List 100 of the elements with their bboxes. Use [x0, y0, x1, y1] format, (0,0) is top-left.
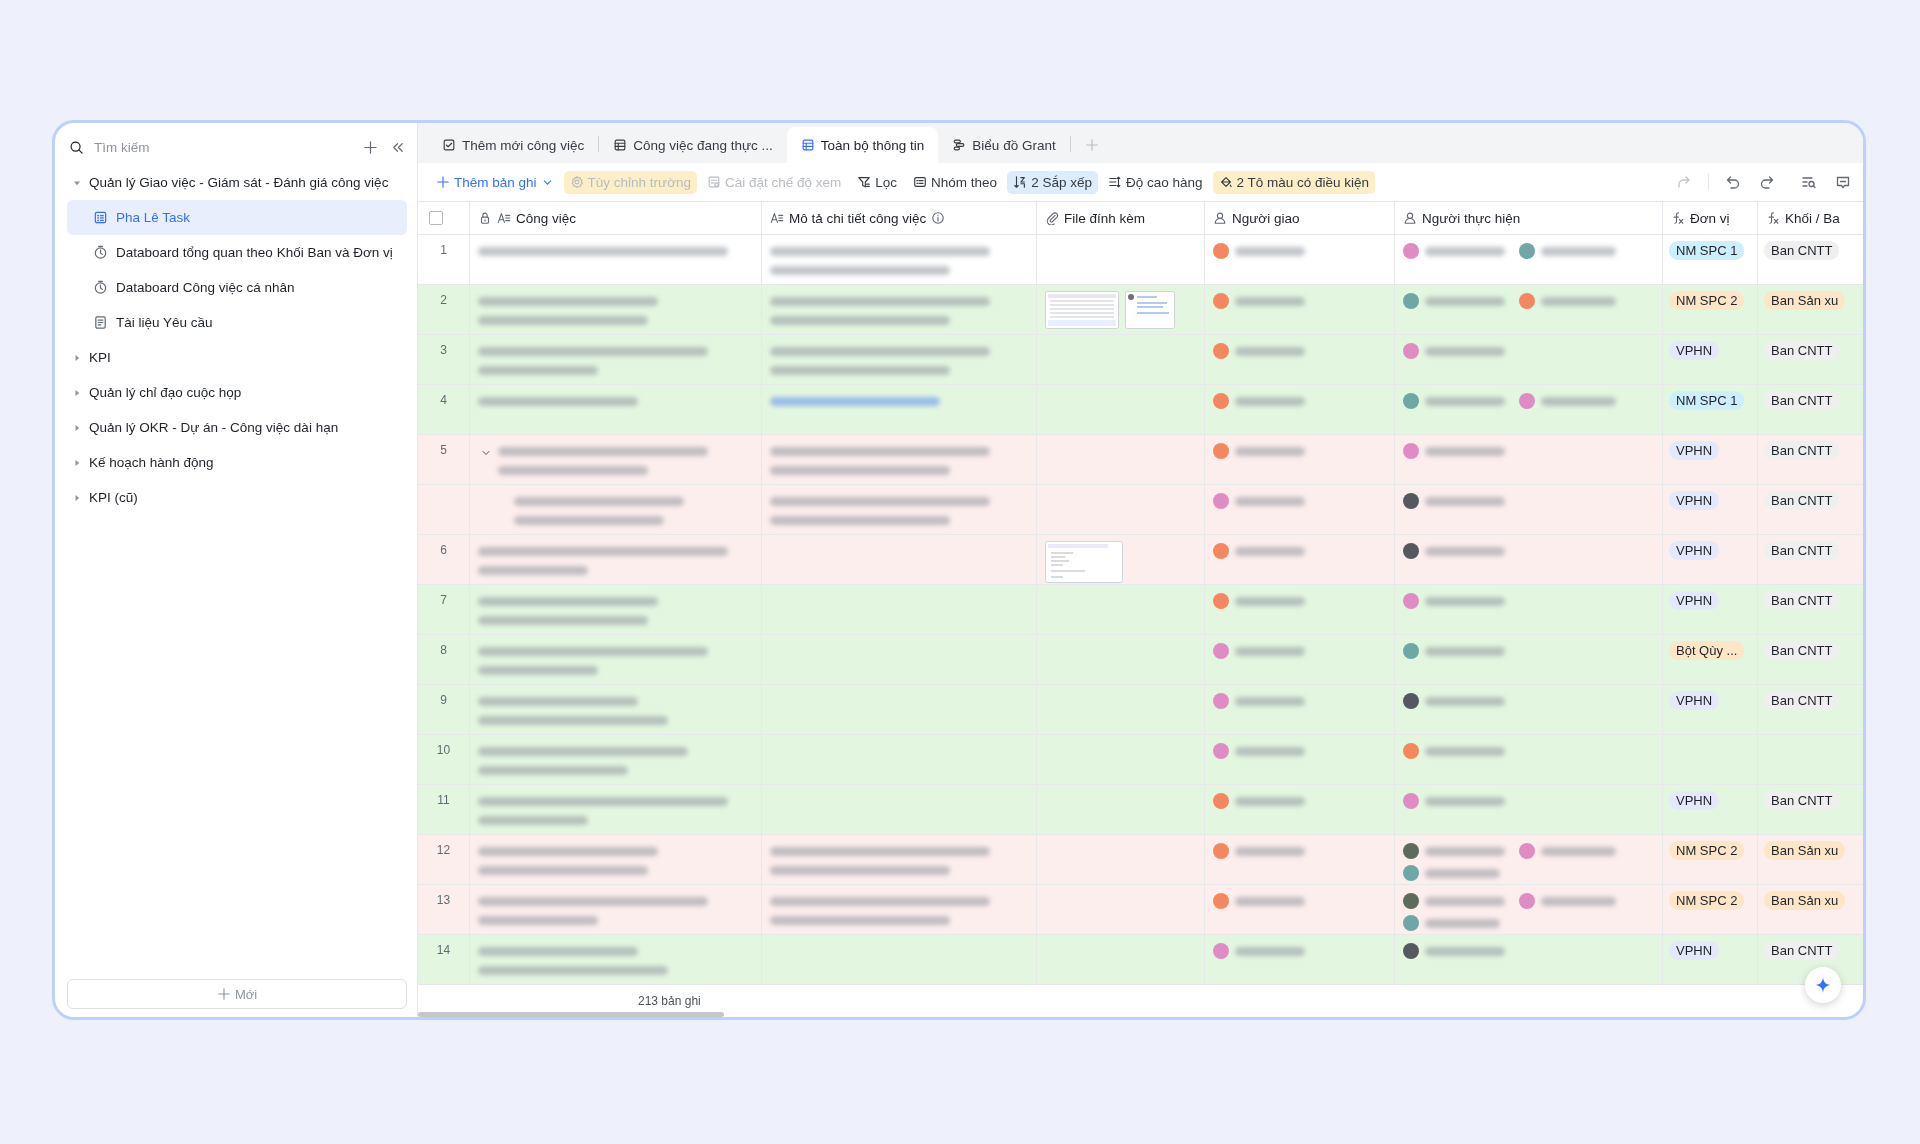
search-icon — [69, 139, 84, 155]
sidebar-item[interactable]: Pha Lê Task — [67, 200, 407, 235]
table-row[interactable]: 7 VPHN Ban CNTT — [418, 585, 1863, 635]
plus-icon — [1084, 138, 1099, 152]
settings-icon — [707, 175, 721, 189]
row-height-icon — [1107, 175, 1122, 189]
view-tab[interactable]: Thêm mới công việc — [428, 127, 599, 163]
row-number: 7 — [440, 593, 447, 609]
blurred-text — [1235, 346, 1305, 356]
lock-icon — [478, 211, 492, 225]
search-field[interactable]: Tìm kiếm — [92, 138, 353, 156]
block-tag: Ban Sản xu — [1764, 891, 1846, 910]
ai-assistant-button[interactable] — [1805, 967, 1841, 1003]
column-title: Người giao — [1232, 210, 1300, 226]
toolbar-button[interactable]: Lọc — [851, 170, 904, 194]
toolbar-button[interactable]: Nhóm theo — [907, 170, 1004, 194]
blurred-text — [1235, 396, 1305, 406]
row-number: 13 — [436, 893, 451, 909]
table-icon — [93, 210, 108, 225]
row-number: 6 — [440, 543, 447, 559]
table-row[interactable]: 3 VPHN Ban CNTT — [418, 335, 1863, 385]
sidebar-item[interactable]: Databoard Công việc cá nhân — [67, 270, 407, 305]
toolbar-button[interactable]: 2 Tô màu có điều kiện — [1212, 170, 1376, 194]
unit-tag: VPHN — [1669, 541, 1720, 560]
table-row[interactable]: 12 NM SPC 2 Ban Sản xu — [418, 835, 1863, 885]
block-tag: Ban CNTT — [1764, 491, 1840, 510]
unit-tag: VPHN — [1669, 941, 1720, 960]
sidebar-item[interactable]: Kế hoạch hành động — [67, 445, 407, 480]
file-thumbnail[interactable] — [1045, 291, 1119, 329]
plus-icon — [216, 987, 231, 1001]
toolbar-button[interactable]: Thêm bản ghi — [430, 170, 560, 194]
blurred-text — [1235, 746, 1305, 756]
redo-icon — [1759, 174, 1775, 190]
file-thumbnail[interactable] — [1045, 541, 1123, 583]
table-row[interactable]: 2 NM SPC 2 Ban Sản xu — [418, 285, 1863, 335]
column-header[interactable]: File đính kèm — [1037, 202, 1205, 234]
sidebar-item[interactable]: Quản lý OKR - Dự án - Công việc dài hạn — [67, 410, 407, 445]
sidebar-item[interactable]: Tài liệu Yêu cầu — [67, 305, 407, 340]
column-header[interactable]: Người thực hiện — [1395, 202, 1663, 234]
clock-icon — [93, 245, 108, 260]
row-number: 12 — [436, 843, 451, 859]
unit-tag: NM SPC 2 — [1669, 841, 1745, 860]
column-header[interactable]: Mô tả chi tiết công việc — [762, 202, 1037, 234]
table-row[interactable]: 13 NM SPC 2 Ban Sản xu — [418, 885, 1863, 935]
row-number: 10 — [436, 743, 451, 759]
table-row[interactable]: 14 VPHN Ban CNTT — [418, 935, 1863, 984]
blurred-text — [1235, 896, 1305, 906]
table-row[interactable]: 1 NM SPC 1 Ban CNTT — [418, 235, 1863, 285]
table-row[interactable]: 11 VPHN Ban CNTT — [418, 785, 1863, 835]
unit-tag: NM SPC 2 — [1669, 891, 1745, 910]
scroll-bar[interactable] — [418, 1012, 724, 1017]
toolbar-button[interactable]: 2 Sắp xếp — [1007, 170, 1098, 194]
column-header[interactable]: Người giao — [1205, 202, 1395, 234]
block-tag: Ban CNTT — [1764, 541, 1840, 560]
checkbox-icon — [442, 138, 456, 152]
table-row[interactable]: 6 VPHN Ban CNTT — [418, 535, 1863, 585]
checkbox[interactable] — [429, 211, 443, 225]
table-row[interactable]: VPHN Ban CNTT — [418, 485, 1863, 535]
blurred-text — [1235, 496, 1305, 506]
toolbar-button[interactable]: Độ cao hàng — [1101, 170, 1209, 194]
block-tag: Ban CNTT — [1764, 641, 1840, 660]
block-tag: Ban Sản xu — [1764, 291, 1846, 310]
view-tab[interactable]: Công việc đang thực ... — [599, 127, 787, 163]
blurred-text — [1235, 596, 1305, 606]
view-tab[interactable]: Toàn bộ thông tin — [786, 127, 939, 163]
column-title: File đính kèm — [1064, 210, 1146, 226]
table-row[interactable]: 9 VPHN Ban CNTT — [418, 685, 1863, 735]
info-icon — [931, 211, 946, 225]
file-thumbnail[interactable] — [1125, 291, 1175, 329]
sidebar-item[interactable]: KPI (cũ) — [67, 480, 407, 515]
table-row[interactable]: 8 Bột Qùy ... Ban CNTT — [418, 635, 1863, 685]
search-list-icon — [1801, 174, 1817, 190]
row-number: 3 — [440, 343, 447, 359]
column-header[interactable]: Khối / Ba — [1758, 202, 1863, 234]
row-number: 1 — [440, 243, 447, 259]
sidebar-item[interactable]: KPI — [67, 340, 407, 375]
unit-tag: NM SPC 2 — [1669, 291, 1745, 310]
row-number: 2 — [440, 293, 447, 309]
column-header[interactable]: Đơn vị — [1663, 202, 1758, 234]
table-row[interactable]: 5 VPHN Ban CNTT — [418, 435, 1863, 485]
grid-icon — [613, 138, 628, 152]
table-row[interactable]: 4 NM SPC 1 Ban CNTT — [418, 385, 1863, 435]
column-header[interactable]: Công việc — [470, 202, 762, 234]
unit-tag: VPHN — [1669, 691, 1720, 710]
table-row[interactable]: 10 — [418, 735, 1863, 785]
row-number: 8 — [440, 643, 447, 659]
blurred-text — [1235, 296, 1305, 306]
sidebar-item[interactable]: Quản lý Giao việc - Giám sát - Đánh giá công việc — [67, 165, 407, 200]
block-tag: Ban CNTT — [1764, 441, 1840, 460]
list-icon — [913, 175, 928, 189]
column-title: Khối / Ba — [1785, 210, 1840, 226]
clock-icon — [93, 280, 108, 295]
sidebar-item[interactable]: Databoard tổng quan theo Khối Ban và Đơn vị — [67, 235, 407, 270]
unit-tag: VPHN — [1669, 441, 1720, 460]
paint-bucket-icon — [1218, 175, 1233, 189]
sidebar-item[interactable]: Quản lý chỉ đạo cuộc họp — [67, 375, 407, 410]
grid-icon — [800, 138, 815, 152]
text-field-icon — [497, 211, 511, 225]
view-tab[interactable]: Biểu đồ Grant — [938, 127, 1070, 163]
unit-tag: NM SPC 1 — [1669, 391, 1745, 410]
